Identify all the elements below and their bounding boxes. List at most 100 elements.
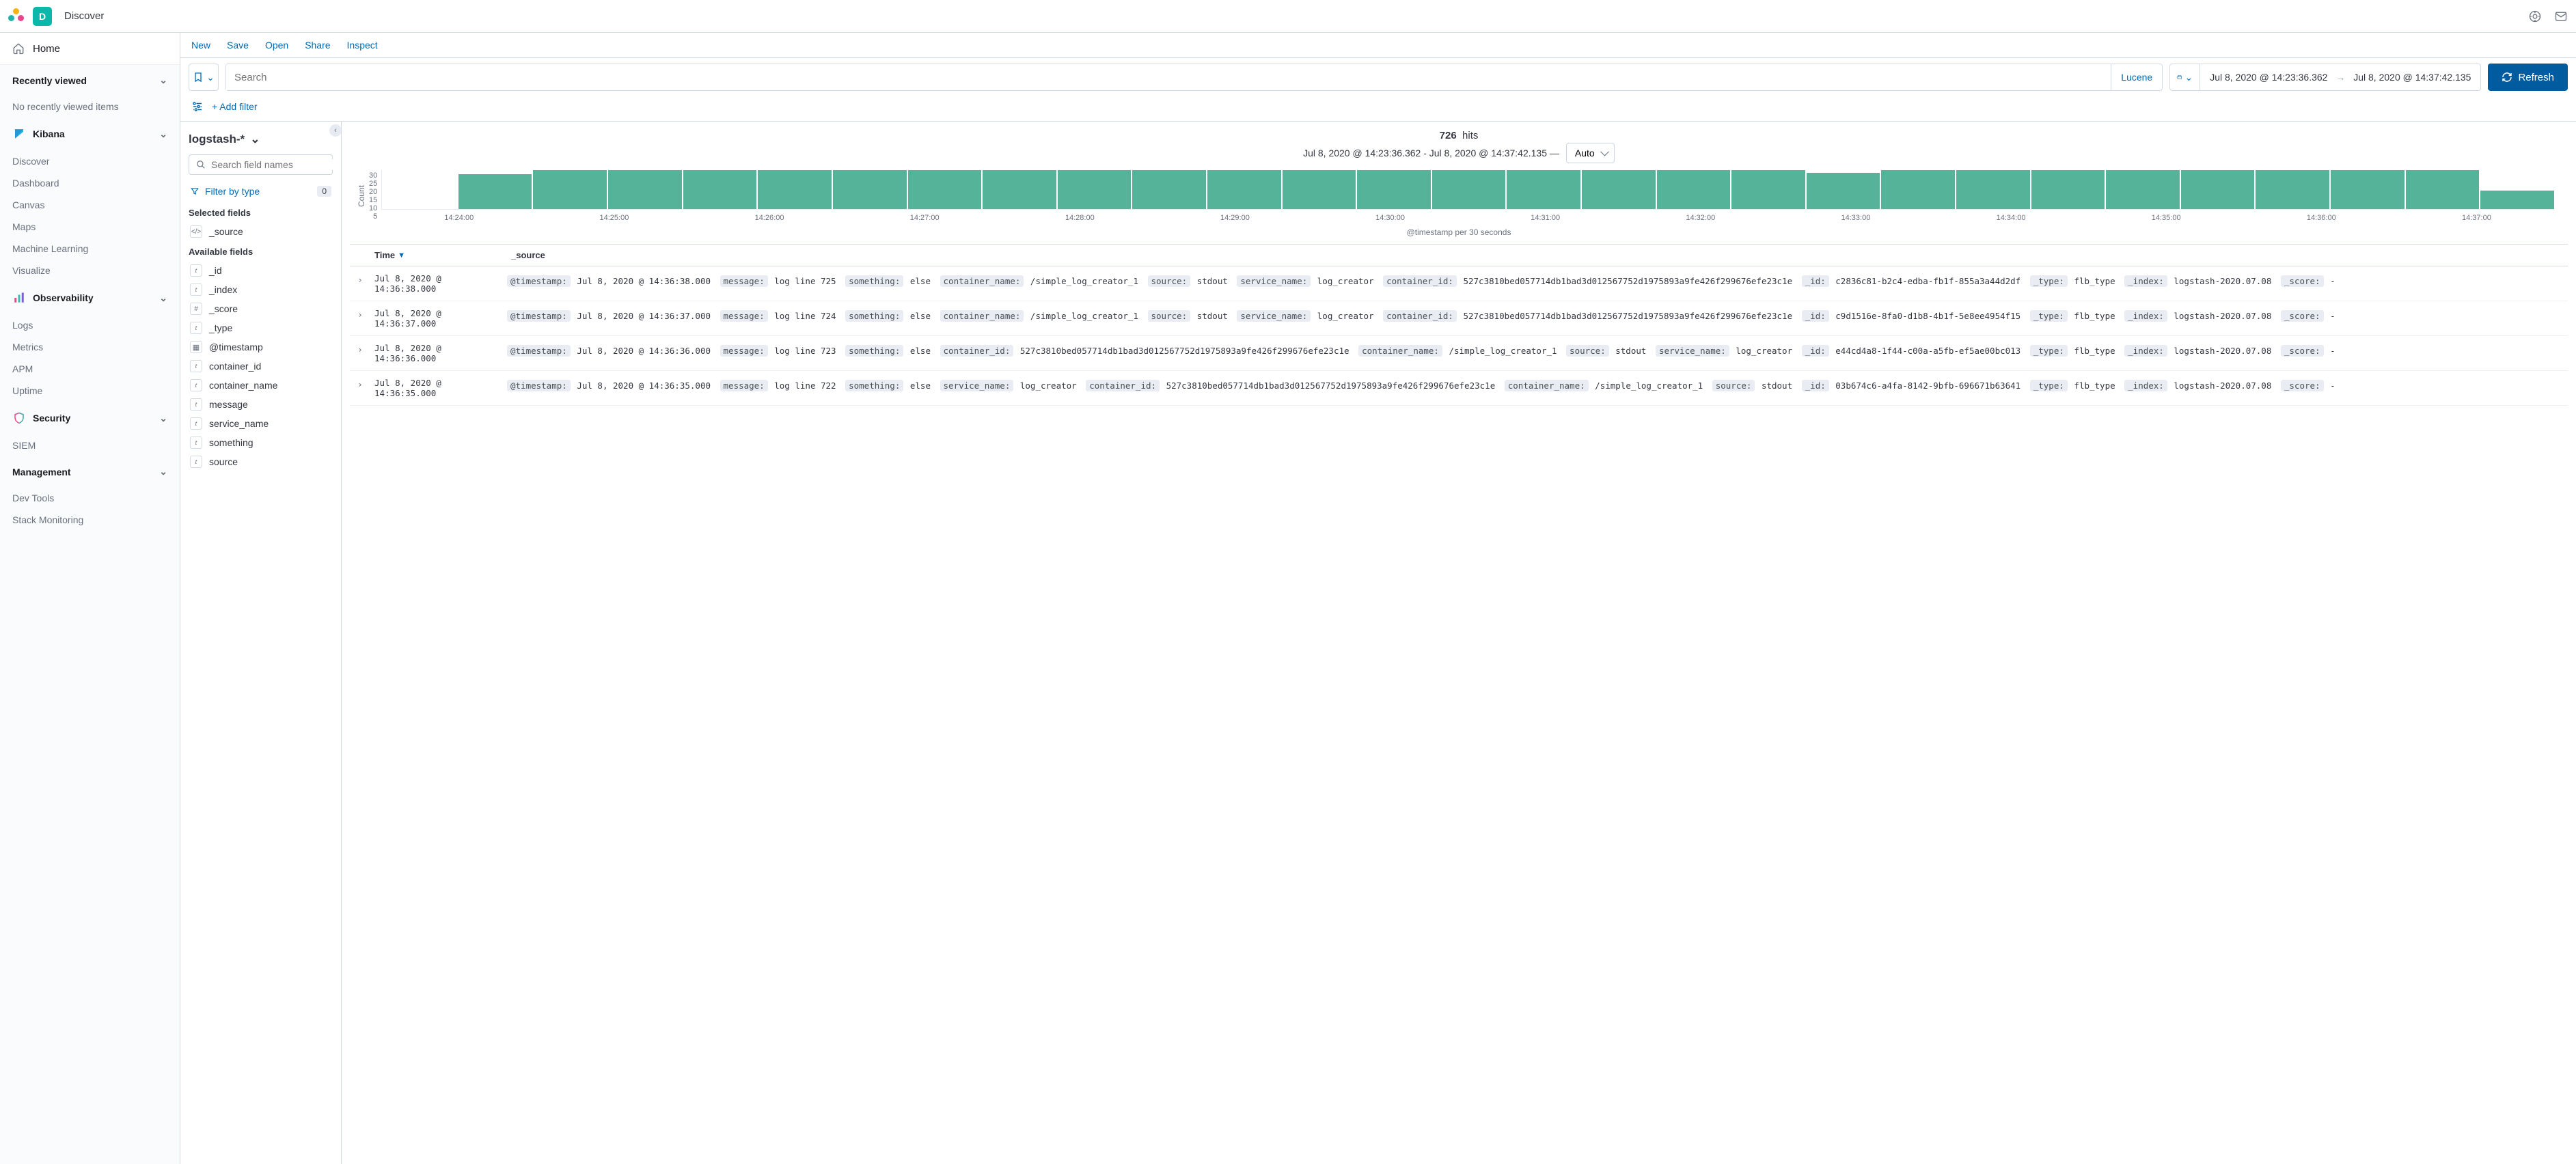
search-input[interactable] [226, 65, 2111, 90]
histogram-bar[interactable] [1207, 170, 1281, 209]
nav-link[interactable]: Stack Monitoring [0, 509, 180, 531]
mail-icon[interactable] [2554, 10, 2568, 23]
field-row[interactable]: t_type [189, 318, 333, 337]
histogram-bar[interactable] [833, 170, 907, 209]
hits-label: hits [1462, 130, 1478, 141]
histogram-bar[interactable] [1956, 170, 2030, 209]
histogram-bar[interactable] [1283, 170, 1356, 209]
field-row[interactable]: tsomething [189, 433, 333, 452]
nav-link[interactable]: Logs [0, 314, 180, 336]
collapse-fields-icon[interactable]: ‹ [329, 124, 342, 137]
menu-share[interactable]: Share [305, 40, 330, 51]
nav-link[interactable]: Uptime [0, 380, 180, 402]
field-row[interactable]: tcontainer_id [189, 357, 333, 376]
nav-section-recently-viewed[interactable]: Recently viewed ⌄ [0, 65, 180, 96]
nav-home[interactable]: Home [0, 33, 180, 65]
expand-row-icon[interactable]: › [350, 378, 370, 398]
page-title: Discover [64, 10, 104, 22]
histogram-bar[interactable] [2480, 191, 2554, 209]
histogram-bar[interactable] [908, 170, 982, 209]
histogram-bar[interactable] [1582, 170, 1656, 209]
interval-select[interactable]: Auto [1566, 143, 1615, 163]
filter-options-icon[interactable] [191, 100, 204, 113]
histogram-bar[interactable] [2106, 170, 2180, 209]
app-badge[interactable]: D [33, 7, 52, 26]
nav-link[interactable]: Canvas [0, 194, 180, 216]
nav-link[interactable]: Maps [0, 216, 180, 238]
nav-link[interactable]: SIEM [0, 434, 180, 456]
histogram-bar[interactable] [1807, 173, 1880, 209]
chevron-down-icon: ⌄ [2184, 72, 2193, 83]
nav-link[interactable]: APM [0, 358, 180, 380]
help-icon[interactable] [2528, 10, 2542, 23]
refresh-button[interactable]: Refresh [2488, 64, 2568, 91]
arrow-right-icon: → [2335, 72, 2345, 83]
field-row[interactable]: t_index [189, 280, 333, 299]
field-row[interactable]: _score [189, 299, 333, 318]
fields-search-input[interactable] [211, 159, 335, 170]
nav-link[interactable]: Metrics [0, 336, 180, 358]
histogram-bar[interactable] [1432, 170, 1506, 209]
column-time[interactable]: Time ▼ [370, 245, 507, 266]
filter-by-type[interactable]: Filter by type 0 [189, 182, 333, 201]
nav-section-security[interactable]: Security ⌄ [0, 402, 180, 434]
x-axis-ticks: 14:24:0014:25:0014:26:0014:27:0014:28:00… [381, 214, 2554, 222]
menu-new[interactable]: New [191, 40, 210, 51]
calendar-button[interactable]: ⌄ [2170, 64, 2200, 90]
field-row[interactable]: tmessage [189, 395, 333, 414]
nav-link[interactable]: Visualize [0, 260, 180, 281]
nav-section-observability[interactable]: Observability ⌄ [0, 281, 180, 314]
elastic-logo-icon[interactable] [8, 8, 25, 25]
table-row: ›Jul 8, 2020 @ 14:36:38.000@timestamp: J… [350, 266, 2568, 301]
field-row[interactable]: ▦@timestamp [189, 337, 333, 357]
histogram-bar[interactable] [2331, 170, 2404, 209]
histogram-bar[interactable] [1657, 170, 1731, 209]
histogram-bar[interactable] [1357, 170, 1431, 209]
menu-inspect[interactable]: Inspect [347, 40, 378, 51]
nav-link[interactable]: Machine Learning [0, 238, 180, 260]
histogram-bar[interactable] [1058, 170, 1132, 209]
histogram-bar[interactable] [2031, 170, 2105, 209]
histogram-bar[interactable] [758, 170, 832, 209]
nav-link[interactable]: Dashboard [0, 172, 180, 194]
query-language-button[interactable]: Lucene [2111, 64, 2162, 90]
field-row[interactable]: t_id [189, 261, 333, 280]
fields-search [189, 154, 333, 175]
index-pattern-selector[interactable]: logstash-* ⌄ [189, 133, 333, 146]
date-range-display[interactable]: Jul 8, 2020 @ 14:23:36.362 → Jul 8, 2020… [2200, 72, 2480, 83]
table-row: ›Jul 8, 2020 @ 14:36:35.000@timestamp: J… [350, 371, 2568, 406]
field-row[interactable]: tcontainer_name [189, 376, 333, 395]
menu-save[interactable]: Save [227, 40, 249, 51]
histogram-bar[interactable] [1881, 170, 1955, 209]
add-filter-button[interactable]: + Add filter [212, 101, 258, 112]
histogram-bar[interactable] [683, 170, 757, 209]
home-icon [12, 42, 25, 55]
histogram-bar[interactable] [983, 170, 1056, 209]
expand-row-icon[interactable]: › [350, 273, 370, 294]
saved-query-button[interactable]: ⌄ [189, 64, 219, 91]
histogram-bar[interactable] [458, 174, 532, 209]
field-row[interactable]: tservice_name [189, 414, 333, 433]
field-row[interactable]: tsource [189, 452, 333, 471]
field-row[interactable]: </>_source [189, 222, 333, 241]
nav-section-kibana[interactable]: Kibana ⌄ [0, 117, 180, 150]
histogram-bar[interactable] [1132, 170, 1206, 209]
histogram-bar[interactable] [1731, 170, 1805, 209]
histogram-bar[interactable] [608, 170, 682, 209]
nav-link[interactable]: Discover [0, 150, 180, 172]
expand-row-icon[interactable]: › [350, 343, 370, 363]
chevron-down-icon: ⌄ [159, 292, 167, 304]
column-source[interactable]: _source [507, 245, 2568, 266]
histogram-bar[interactable] [2406, 170, 2480, 209]
expand-row-icon[interactable]: › [350, 308, 370, 329]
row-source: @timestamp: Jul 8, 2020 @ 14:36:36.000 m… [507, 343, 2568, 363]
nav-link[interactable]: Dev Tools [0, 487, 180, 509]
histogram-chart[interactable]: Count 30252015105 14:24:0014:25:0014:26:… [357, 170, 2554, 222]
menu-open[interactable]: Open [265, 40, 288, 51]
histogram-bar[interactable] [2256, 170, 2329, 209]
histogram-bar[interactable] [533, 170, 607, 209]
histogram-bar[interactable] [2181, 170, 2255, 209]
sort-desc-icon: ▼ [398, 251, 405, 260]
nav-section-management[interactable]: Management ⌄ [0, 456, 180, 487]
histogram-bar[interactable] [1507, 170, 1580, 209]
